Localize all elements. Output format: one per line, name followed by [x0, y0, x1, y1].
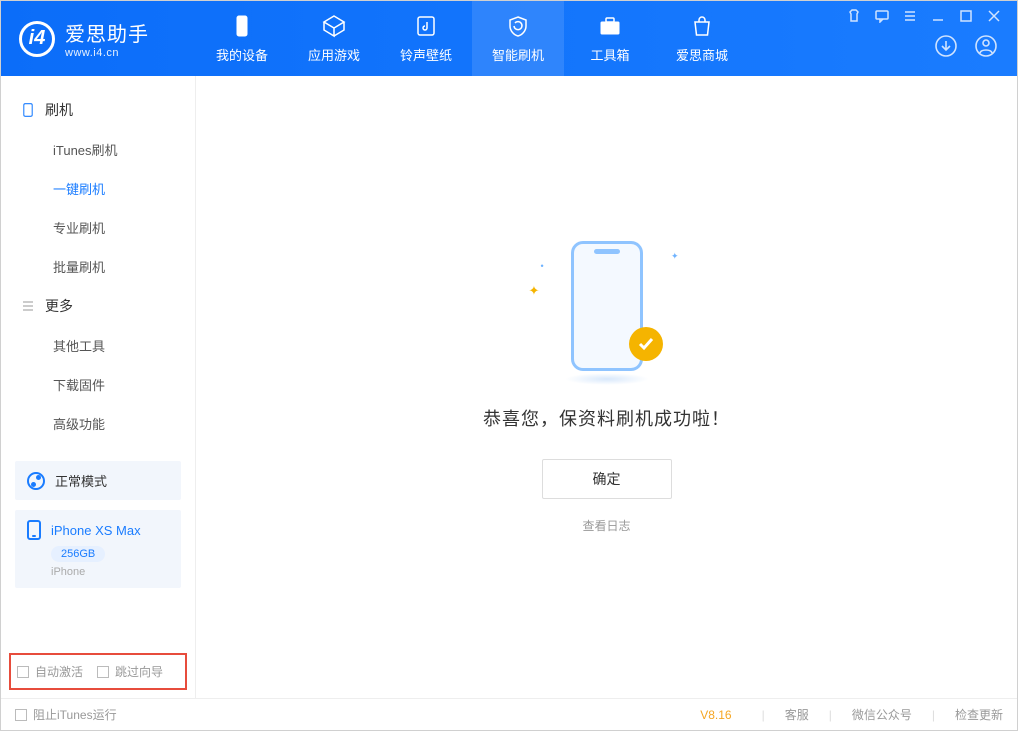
device-storage: 256GB — [51, 546, 105, 562]
sparkle-icon: ✦ — [529, 283, 540, 299]
checkbox-label: 阻止iTunes运行 — [33, 706, 117, 723]
music-icon — [413, 13, 439, 39]
shirt-icon[interactable] — [847, 9, 861, 23]
close-icon[interactable] — [987, 9, 1001, 23]
maximize-icon[interactable] — [959, 9, 973, 23]
tab-label: 工具箱 — [590, 45, 629, 64]
footer-link-wechat[interactable]: 微信公众号 — [852, 706, 912, 723]
header-action-icons — [933, 33, 1007, 59]
sidebar: 刷机 iTunes刷机 一键刷机 专业刷机 批量刷机 更多 其他工具 下载固件 … — [1, 76, 196, 698]
sparkle-icon: ✦ — [671, 251, 679, 262]
sidebar-group-title: 刷机 — [45, 100, 73, 120]
ok-button[interactable]: 确定 — [542, 459, 672, 499]
success-illustration: ✦ ✦ • — [557, 241, 657, 381]
sparkle-icon: • — [541, 261, 544, 271]
tab-label: 我的设备 — [216, 45, 268, 64]
body: 刷机 iTunes刷机 一键刷机 专业刷机 批量刷机 更多 其他工具 下载固件 … — [1, 76, 1017, 698]
sidebar-item-other-tools[interactable]: 其他工具 — [1, 326, 195, 365]
success-message: 恭喜您，保资料刷机成功啦！ — [483, 405, 730, 431]
bottom-options-highlight: 自动激活 跳过向导 — [9, 653, 187, 690]
sidebar-item-download-firmware[interactable]: 下载固件 — [1, 365, 195, 404]
sidebar-item-pro-flash[interactable]: 专业刷机 — [1, 208, 195, 247]
checkmark-badge-icon — [629, 327, 663, 361]
header: i4 爱思助手 www.i4.cn 我的设备 应用游戏 铃声壁纸 智能刷机 工具… — [1, 1, 1017, 76]
checkbox-icon — [97, 666, 109, 678]
bag-icon — [689, 13, 715, 39]
menu-icon[interactable] — [903, 9, 917, 23]
checkbox-icon — [17, 666, 29, 678]
mode-label: 正常模式 — [55, 471, 107, 490]
version-label: V8.16 — [700, 708, 731, 722]
sidebar-item-batch-flash[interactable]: 批量刷机 — [1, 247, 195, 286]
sidebar-group-title: 更多 — [45, 296, 73, 316]
tab-label: 智能刷机 — [492, 45, 544, 64]
checkbox-block-itunes[interactable]: 阻止iTunes运行 — [15, 706, 117, 723]
user-icon[interactable] — [973, 33, 999, 59]
divider: | — [932, 708, 935, 722]
sidebar-group-flash: 刷机 — [1, 90, 195, 130]
refresh-shield-icon — [505, 13, 531, 39]
device-name: iPhone XS Max — [51, 523, 141, 538]
sidebar-item-itunes-flash[interactable]: iTunes刷机 — [1, 130, 195, 169]
logo-icon: i4 — [19, 21, 55, 57]
tab-label: 爱思商城 — [676, 45, 728, 64]
tab-store[interactable]: 爱思商城 — [656, 1, 748, 76]
tab-label: 应用游戏 — [308, 45, 360, 64]
checkbox-label: 自动激活 — [35, 663, 83, 680]
device-phone-icon — [27, 520, 41, 540]
shadow — [565, 373, 649, 385]
feedback-icon[interactable] — [875, 9, 889, 23]
brand-name: 爱思助手 — [65, 18, 149, 47]
phone-outline-icon — [21, 103, 35, 117]
divider: | — [762, 708, 765, 722]
device-badge[interactable]: iPhone XS Max 256GB iPhone — [15, 510, 181, 588]
download-icon[interactable] — [933, 33, 959, 59]
tab-smart-flash[interactable]: 智能刷机 — [472, 1, 564, 76]
main-content: ✦ ✦ • 恭喜您，保资料刷机成功啦！ 确定 查看日志 — [196, 76, 1017, 698]
logo-area: i4 爱思助手 www.i4.cn — [1, 18, 196, 59]
top-tabs: 我的设备 应用游戏 铃声壁纸 智能刷机 工具箱 爱思商城 — [196, 1, 748, 76]
device-type: iPhone — [51, 566, 169, 578]
brand-url: www.i4.cn — [65, 47, 149, 59]
checkbox-label: 跳过向导 — [115, 663, 163, 680]
cube-icon — [321, 13, 347, 39]
tab-ringtones-wallpapers[interactable]: 铃声壁纸 — [380, 1, 472, 76]
view-log-link[interactable]: 查看日志 — [582, 517, 630, 534]
tab-apps-games[interactable]: 应用游戏 — [288, 1, 380, 76]
divider: | — [829, 708, 832, 722]
phone-icon — [229, 13, 255, 39]
tab-toolbox[interactable]: 工具箱 — [564, 1, 656, 76]
toolbox-icon — [597, 13, 623, 39]
sidebar-item-one-click-flash[interactable]: 一键刷机 — [1, 169, 195, 208]
footer-link-support[interactable]: 客服 — [785, 706, 809, 723]
sidebar-group-more: 更多 — [1, 286, 195, 326]
logo-text: 爱思助手 www.i4.cn — [65, 18, 149, 59]
checkbox-skip-guide[interactable]: 跳过向导 — [97, 663, 163, 680]
checkbox-icon — [15, 709, 27, 721]
minimize-icon[interactable] — [931, 9, 945, 23]
sidebar-item-advanced[interactable]: 高级功能 — [1, 404, 195, 443]
mode-badge[interactable]: 正常模式 — [15, 461, 181, 500]
tab-my-device[interactable]: 我的设备 — [196, 1, 288, 76]
header-right — [847, 1, 1017, 76]
checkbox-auto-activate[interactable]: 自动激活 — [17, 663, 83, 680]
footer: 阻止iTunes运行 V8.16 | 客服 | 微信公众号 | 检查更新 — [1, 698, 1017, 730]
window-controls — [847, 1, 1007, 23]
mode-icon — [27, 472, 45, 490]
tab-label: 铃声壁纸 — [400, 45, 452, 64]
footer-link-check-update[interactable]: 检查更新 — [955, 706, 1003, 723]
list-icon — [21, 299, 35, 313]
